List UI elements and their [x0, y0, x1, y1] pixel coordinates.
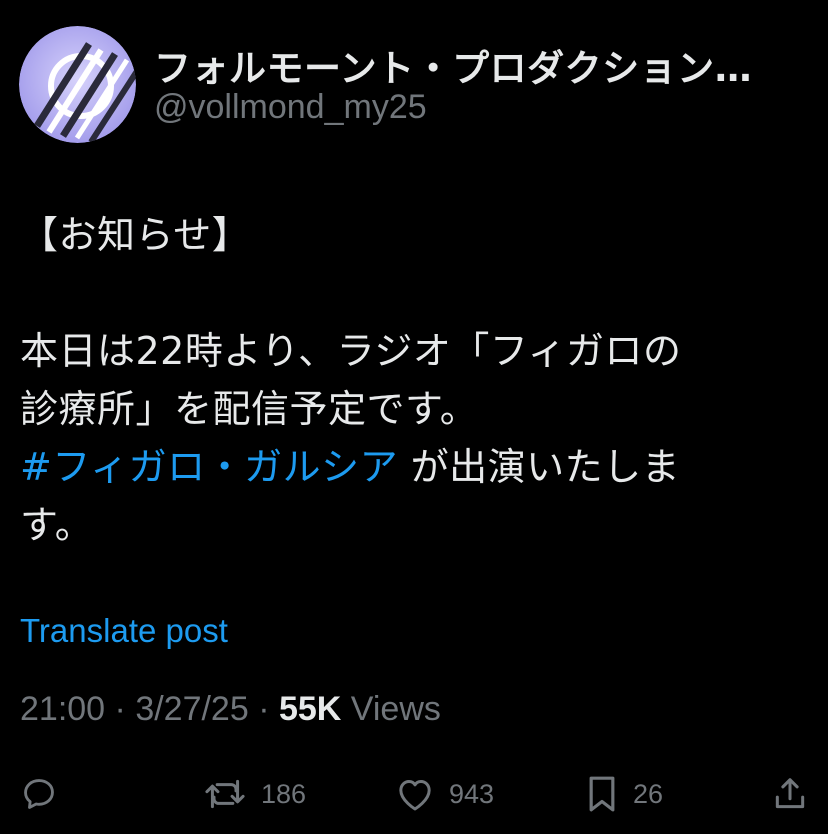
post-meta: 21:00 · 3/27/25 · 55K Views [20, 690, 441, 729]
user-handle[interactable]: @vollmond_my25 [154, 88, 427, 127]
avatar[interactable] [19, 26, 136, 143]
views-label: Views [341, 690, 441, 728]
bookmark-icon [589, 776, 615, 812]
post-text-line: 診療所」を配信予定です。 [20, 387, 479, 431]
post-text-line-hashtag: #フィガロ・ガルシア が出演いたしま [20, 438, 800, 496]
translate-post-link[interactable]: Translate post [20, 612, 228, 650]
heart-icon [399, 780, 431, 811]
post-text-fragment: が出演いたしま [398, 445, 681, 489]
like-count: 943 [449, 778, 495, 809]
views-count: 55K [278, 690, 342, 728]
reply-button[interactable] [20, 766, 58, 822]
like-button[interactable]: 943 [395, 766, 494, 822]
hashtag-link[interactable]: #フィガロ・ガルシア [20, 445, 398, 489]
post-date[interactable]: 3/27/25 [135, 690, 248, 728]
action-bar: 186 943 26 [0, 766, 828, 822]
bookmark-button[interactable]: 26 [585, 766, 663, 822]
repost-icon [205, 779, 245, 809]
post-text-line: 【お知らせ】 [20, 213, 251, 257]
bookmark-count: 26 [633, 778, 664, 809]
repost-count: 186 [261, 778, 307, 809]
post-time[interactable]: 21:00 [20, 690, 105, 728]
post-text-line: 本日は22時より、ラジオ「フィガロの [20, 329, 682, 373]
share-icon [775, 778, 805, 809]
reply-icon [24, 779, 54, 809]
meta-separator: · [105, 690, 136, 728]
repost-button[interactable]: 186 [203, 766, 306, 822]
display-name[interactable]: フォルモーント・プロダクション… [154, 38, 752, 92]
post-text: 【お知らせ】 本日は22時より、ラジオ「フィガロの 診療所」を配信予定です。 #… [20, 206, 800, 554]
post-text-line: す。 [20, 503, 94, 547]
avatar-logo-icon [19, 26, 136, 143]
share-button[interactable] [772, 766, 808, 822]
post-detail: フォルモーント・プロダクション… @vollmond_my25 【お知らせ】 本… [0, 0, 828, 834]
meta-separator: · [248, 690, 279, 728]
